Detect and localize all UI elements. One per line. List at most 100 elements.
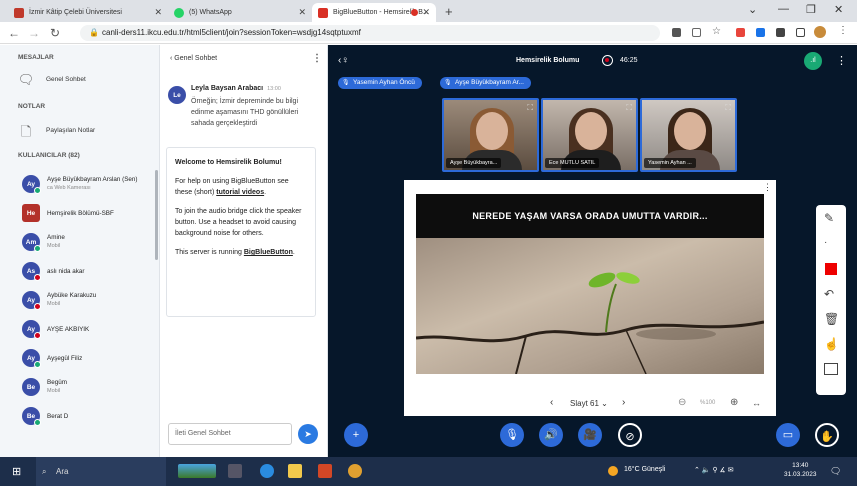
recording-indicator-icon[interactable] (602, 55, 613, 66)
pencil-icon[interactable]: ✎ (824, 211, 834, 225)
raise-hand-button[interactable]: ✋ (815, 423, 839, 447)
powerpoint-icon[interactable] (318, 464, 332, 478)
color-swatch-red[interactable] (825, 263, 837, 275)
chat-header[interactable]: ‹ Genel Sohbet (170, 55, 217, 62)
zoom-out-icon[interactable]: ⊖ (678, 397, 686, 408)
weather-text[interactable]: 16°C Güneşli (624, 466, 665, 473)
extension-icon[interactable] (736, 28, 745, 37)
tutorial-videos-link[interactable]: tutorial videos (216, 189, 264, 196)
restore-icon[interactable]: ❐ (806, 3, 816, 16)
microphone-button[interactable]: 🎙 (500, 423, 524, 447)
profile-avatar[interactable] (814, 26, 826, 38)
chrome-icon[interactable] (348, 464, 362, 478)
shared-notes-label: Paylaşılan Notlar (46, 126, 96, 134)
browser-menu-icon[interactable]: ⋮ (838, 25, 848, 36)
slide-options-icon[interactable]: ⋮ (763, 182, 772, 193)
user-list-item[interactable]: As aslı nida akar (22, 262, 85, 281)
mic-status-icon (34, 419, 41, 426)
tab-whatsapp[interactable]: (5) WhatsApp ✕ (168, 3, 312, 22)
thickness-dot-icon[interactable]: · (824, 237, 827, 248)
tray-icons[interactable]: ⌃ 🔈 ⚲ ∡ ✉ (694, 466, 734, 474)
avatar: Be (22, 378, 40, 396)
weather-widget-icon[interactable] (178, 464, 216, 478)
public-chat-label: Genel Sohbet (46, 75, 86, 83)
webcam-tile[interactable]: ⛶ Ayşe Büyükbayra... (442, 98, 539, 172)
fit-width-icon[interactable]: ↔ (752, 398, 761, 408)
zoom-level[interactable]: %100 (700, 400, 715, 406)
side-panel-icon[interactable] (796, 28, 805, 37)
tab-ikcu[interactable]: İzmir Kâtip Çelebi Üniversitesi ✕ (8, 3, 168, 22)
extension-icon[interactable] (756, 28, 765, 37)
public-chat-item[interactable]: 🗨 Genel Sohbet (16, 72, 86, 87)
user-list-item[interactable]: He Hemşirelik Bölümü-SBF (22, 204, 114, 222)
actions-plus-button[interactable]: + (344, 423, 368, 447)
fullscreen-icon[interactable]: ⛶ (626, 103, 632, 113)
webcam-tile[interactable]: ⛶ Yasemin Ayhan ... (640, 98, 737, 172)
user-list-item[interactable]: Ay Aybüke Karakuzu Mobil (22, 291, 96, 310)
user-list-scrollbar[interactable] (155, 170, 158, 260)
reload-icon[interactable]: ↻ (50, 26, 60, 40)
talking-indicator[interactable]: Yasemin Ayhan Öncü (338, 77, 422, 89)
notifications-icon[interactable]: 🗨 (830, 466, 841, 477)
fullscreen-icon[interactable]: ⛶ (725, 103, 731, 113)
tab-label: İzmir Kâtip Çelebi Üniversitesi (29, 9, 122, 16)
close-icon[interactable]: ✕ (422, 7, 430, 18)
previous-slide-icon[interactable]: ‹ (550, 397, 553, 408)
new-tab-button[interactable]: + (445, 4, 453, 19)
undo-icon[interactable]: ↶ (824, 287, 834, 301)
share-icon[interactable] (692, 28, 701, 37)
forward-arrow-icon[interactable]: → (28, 26, 40, 40)
next-slide-icon[interactable]: › (622, 397, 625, 408)
close-icon[interactable]: ✕ (298, 7, 306, 18)
chat-message-input[interactable]: İleti Genel Sohbet (168, 423, 292, 445)
avatar: He (22, 204, 40, 222)
bookmark-star-icon[interactable]: ☆ (712, 26, 721, 37)
talking-indicator[interactable]: Ayşe Büyükbayram Ar... (440, 77, 531, 89)
trash-icon[interactable]: 🗑 (824, 312, 839, 326)
hand-icon[interactable]: ☝ (824, 337, 839, 351)
zoom-in-icon[interactable]: ⊕ (730, 397, 738, 408)
webcam-button[interactable]: 🎥 (578, 423, 602, 447)
user-list-item[interactable]: Be Berat D (22, 407, 68, 426)
windows-start-icon[interactable]: ⊞ (12, 465, 21, 478)
file-explorer-icon[interactable] (288, 464, 302, 478)
send-button[interactable]: ➤ (298, 424, 318, 444)
camera-status-icon[interactable] (672, 28, 681, 37)
audio-button[interactable]: 🔊 (539, 423, 563, 447)
search-placeholder: Ara (56, 467, 69, 476)
fullscreen-icon[interactable]: ⛶ (527, 103, 533, 113)
presentation-toggle-button[interactable]: ▭ (776, 423, 800, 447)
taskbar-search[interactable]: ⌕ Ara (36, 457, 166, 486)
task-view-icon[interactable] (228, 464, 242, 478)
chevron-down-icon[interactable]: ⌄ (748, 3, 757, 16)
user-list-item[interactable]: Ay Ayşegül Filiz (22, 349, 82, 368)
slide-selector[interactable]: Slayt 61 ⌄ (570, 399, 608, 408)
toggle-userlist-icon[interactable]: ‹♀ (338, 55, 349, 66)
notes-header: NOTLAR (18, 103, 46, 110)
close-icon[interactable]: ✕ (154, 7, 162, 18)
bigbluebutton-link[interactable]: BigBlueButton (244, 249, 293, 256)
puzzle-icon[interactable] (776, 28, 785, 37)
shared-notes-item[interactable]: 🗋 Paylaşılan Notlar (16, 123, 96, 139)
screen-share-button[interactable]: ⊘ (618, 423, 642, 447)
edge-icon[interactable] (260, 464, 274, 478)
user-list-item[interactable]: Be Begüm Mobil (22, 378, 67, 396)
presentation-slide[interactable]: ⋮ NEREDE YAŞAM VARSA ORADA UMUTTA VARDIR… (404, 180, 776, 416)
user-name-block: Aybüke Karakuzu Mobil (47, 291, 96, 309)
webcam-tile[interactable]: ⛶ Ece MUTLU SATIL (541, 98, 638, 172)
user-list-item[interactable]: Ay Ayşe Büyükbayram Arslan (Sen) ca Web Ka… (22, 175, 138, 194)
user-name: aslı nida akar (47, 267, 85, 275)
clock[interactable]: 13:40 31.03.2023 (784, 461, 817, 479)
options-menu-icon[interactable]: ⋮ (836, 54, 847, 67)
user-list-item[interactable]: Am Amine Mobil (22, 233, 65, 252)
minimize-icon[interactable]: — (778, 3, 789, 15)
user-list-item[interactable]: Ay AYŞE AKBIYIK (22, 320, 89, 339)
connection-status-icon[interactable]: .ıl (804, 52, 822, 70)
tab-bigbluebutton[interactable]: BigBlueButton - Hemsirelik B... ✕ (312, 3, 436, 22)
window-close-icon[interactable]: ✕ (834, 3, 843, 16)
url-field[interactable]: 🔒 canli-ders11.ikcu.edu.tr/html5client/j… (80, 25, 660, 41)
whiteboard-icon[interactable] (824, 363, 838, 375)
chat-options-icon[interactable]: ⋮ (312, 53, 322, 64)
person-face (575, 112, 607, 150)
back-arrow-icon[interactable]: ← (8, 26, 20, 40)
